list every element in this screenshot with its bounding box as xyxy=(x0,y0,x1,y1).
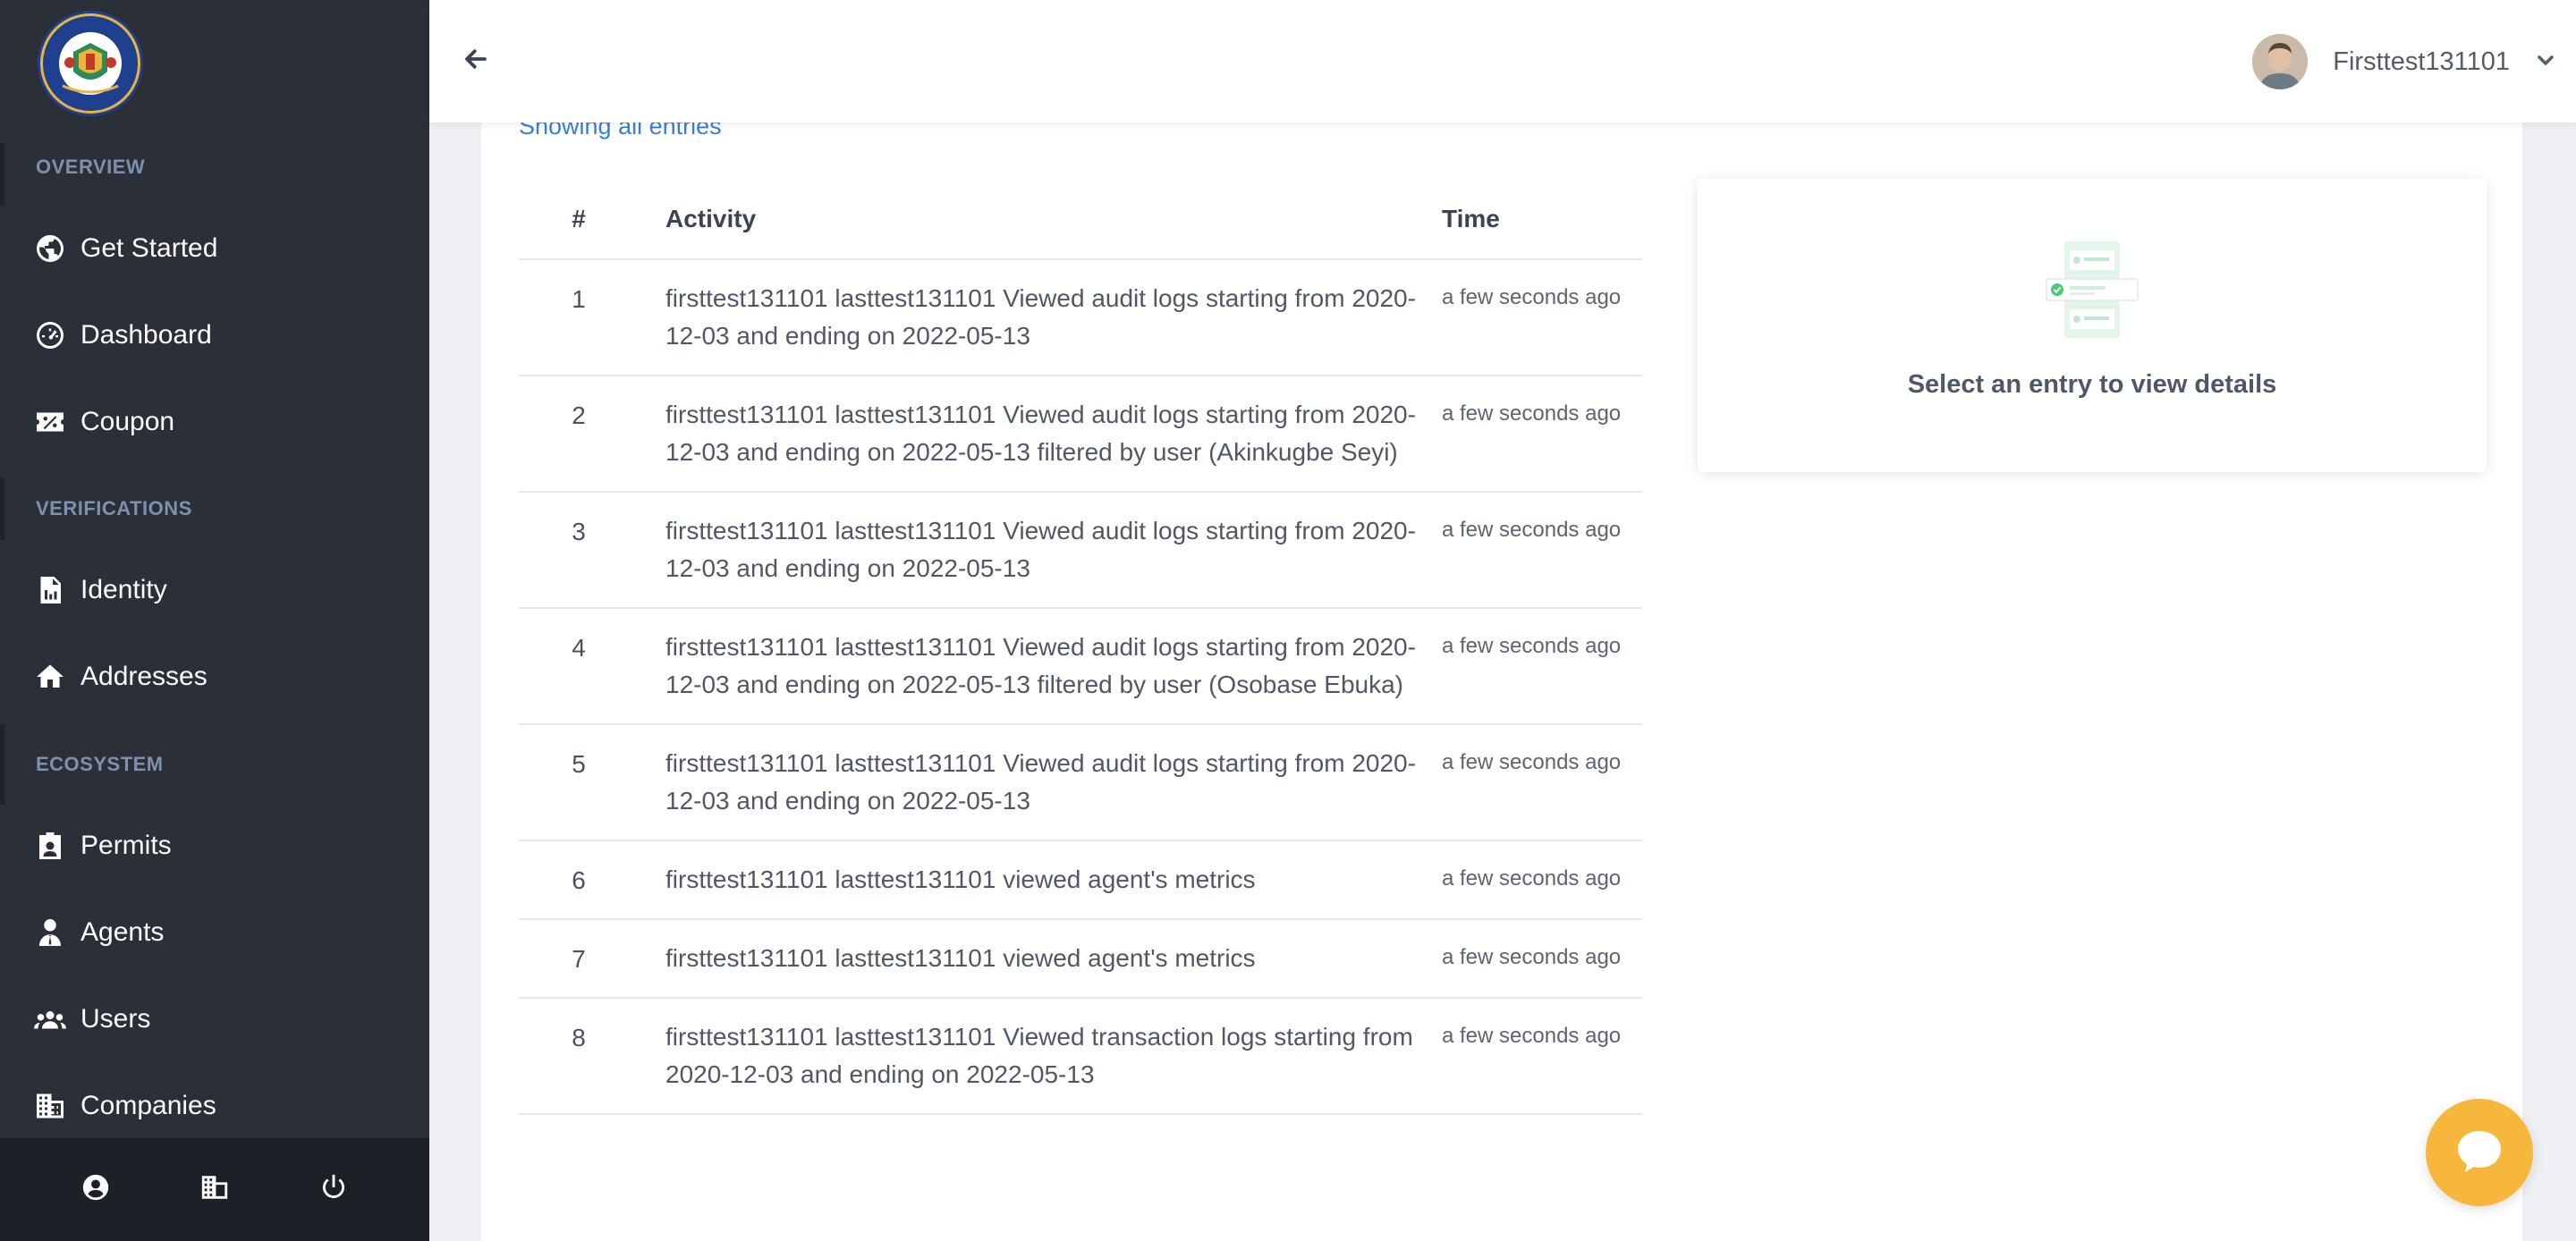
sidebar-item-get-started[interactable]: Get Started xyxy=(0,213,429,284)
sidebar-item-permits[interactable]: Permits xyxy=(0,810,429,882)
row-activity: firsttest131101 lasttest131101 Viewed tr… xyxy=(665,1023,1413,1088)
sidebar-item-companies[interactable]: Companies xyxy=(0,1070,429,1142)
table-row[interactable]: 3 firsttest131101 lasttest131101 Viewed … xyxy=(519,493,1642,609)
agent-icon xyxy=(34,916,66,949)
sidebar-item-label: Get Started xyxy=(80,233,218,263)
audit-log-table: # Activity Time 1 firsttest131101 lastte… xyxy=(519,183,1642,1115)
row-activity: firsttest131101 lasttest131101 viewed ag… xyxy=(665,865,1256,893)
column-header-activity: Activity xyxy=(665,205,757,232)
section-divider xyxy=(0,724,4,805)
row-number: 5 xyxy=(572,750,586,778)
empty-state-illustration xyxy=(2045,240,2140,340)
globe-icon xyxy=(34,232,66,265)
chat-button[interactable] xyxy=(2426,1099,2533,1206)
back-button[interactable] xyxy=(453,38,499,84)
sidebar-item-agents[interactable]: Agents xyxy=(0,897,429,968)
company-button[interactable] xyxy=(188,1163,242,1217)
lslga-logo[interactable] xyxy=(36,9,145,118)
row-number: 8 xyxy=(572,1024,586,1051)
chat-bubble-icon xyxy=(2453,1124,2506,1182)
row-time: a few seconds ago xyxy=(1442,750,1622,774)
table-row[interactable]: 8 firsttest131101 lasttest131101 Viewed … xyxy=(519,999,1642,1115)
row-time: a few seconds ago xyxy=(1442,866,1622,891)
users-icon xyxy=(34,1003,66,1035)
section-divider xyxy=(0,477,4,540)
coupon-icon xyxy=(34,406,66,438)
row-number: 6 xyxy=(572,866,586,894)
user-name: Firsttest131101 xyxy=(2333,46,2510,76)
sidebar-item-label: Permits xyxy=(80,831,172,860)
row-time: a few seconds ago xyxy=(1442,518,1622,542)
row-time: a few seconds ago xyxy=(1442,401,1622,426)
row-time: a few seconds ago xyxy=(1442,945,1622,969)
sidebar-item-addresses[interactable]: Addresses xyxy=(0,641,429,713)
id-document-icon xyxy=(34,574,66,606)
row-number: 1 xyxy=(572,285,586,313)
row-activity: firsttest131101 lasttest131101 Viewed au… xyxy=(665,401,1416,466)
table-row[interactable]: 1 firsttest131101 lasttest131101 Viewed … xyxy=(519,260,1642,376)
row-activity: firsttest131101 lasttest131101 Viewed au… xyxy=(665,633,1416,698)
sidebar-item-coupon[interactable]: Coupon xyxy=(0,386,429,458)
table-header: # Activity Time xyxy=(519,183,1642,260)
arrow-left-icon xyxy=(462,46,489,77)
sidebar-item-label: Users xyxy=(80,1004,151,1034)
entry-details-panel: Select an entry to view details xyxy=(1698,179,2487,472)
sidebar-item-identity[interactable]: Identity xyxy=(0,554,429,626)
power-icon xyxy=(318,1172,349,1207)
row-number: 7 xyxy=(572,945,586,973)
sidebar-item-label: Companies xyxy=(80,1091,216,1120)
section-ecosystem-label: ECOSYSTEM xyxy=(36,753,164,775)
home-icon xyxy=(34,661,66,693)
table-row[interactable]: 5 firsttest131101 lasttest131101 Viewed … xyxy=(519,725,1642,841)
table-row[interactable]: 7 firsttest131101 lasttest131101 viewed … xyxy=(519,920,1642,999)
badge-icon xyxy=(34,830,66,862)
sidebar-item-users[interactable]: Users xyxy=(0,984,429,1055)
column-header-number: # xyxy=(572,205,586,232)
row-time: a few seconds ago xyxy=(1442,634,1622,658)
sidebar-item-label: Coupon xyxy=(80,407,175,436)
chevron-down-icon xyxy=(2535,49,2556,75)
row-time: a few seconds ago xyxy=(1442,1024,1622,1048)
section-verifications-label: VERIFICATIONS xyxy=(36,497,192,519)
sidebar-item-label: Addresses xyxy=(80,662,208,691)
row-time: a few seconds ago xyxy=(1442,285,1622,309)
table-row[interactable]: 4 firsttest131101 lasttest131101 Viewed … xyxy=(519,609,1642,725)
gauge-icon xyxy=(34,319,66,351)
sidebar-item-label: Agents xyxy=(80,917,165,947)
row-activity: firsttest131101 lasttest131101 Viewed au… xyxy=(665,749,1416,815)
logout-button[interactable] xyxy=(307,1163,360,1217)
profile-button[interactable] xyxy=(69,1163,123,1217)
row-activity: firsttest131101 lasttest131101 Viewed au… xyxy=(665,517,1416,582)
row-activity: firsttest131101 lasttest131101 viewed ag… xyxy=(665,944,1256,972)
row-number: 4 xyxy=(572,634,586,662)
building-icon xyxy=(34,1090,66,1122)
top-bar: Firsttest131101 xyxy=(429,0,2576,122)
sidebar-item-dashboard[interactable]: Dashboard xyxy=(0,300,429,371)
profile-icon xyxy=(80,1172,111,1207)
row-number: 2 xyxy=(572,401,586,429)
sidebar-item-label: Identity xyxy=(80,575,167,604)
section-overview-label: OVERVIEW xyxy=(36,156,146,178)
empty-details-message: Select an entry to view details xyxy=(1907,370,2277,399)
sidebar-item-label: Dashboard xyxy=(80,320,212,350)
table-row[interactable]: 6 firsttest131101 lasttest131101 viewed … xyxy=(519,841,1642,920)
column-header-time: Time xyxy=(1442,205,1500,232)
row-activity: firsttest131101 lasttest131101 Viewed au… xyxy=(665,284,1416,350)
sidebar: OVERVIEW Get Started Dashboard Coupon VE… xyxy=(0,0,429,1241)
company-icon xyxy=(199,1172,230,1207)
avatar xyxy=(2252,34,2309,89)
user-menu[interactable]: Firsttest131101 xyxy=(2252,34,2556,89)
sidebar-footer xyxy=(0,1138,429,1241)
row-number: 3 xyxy=(572,518,586,545)
table-row[interactable]: 2 firsttest131101 lasttest131101 Viewed … xyxy=(519,376,1642,493)
section-divider xyxy=(0,143,4,206)
